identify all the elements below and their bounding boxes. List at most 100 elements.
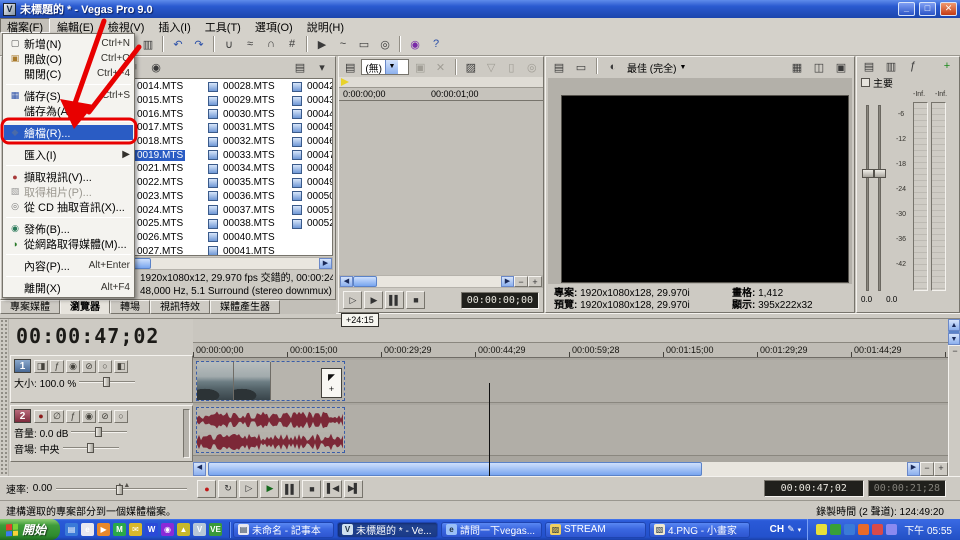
pan-slider[interactable] (63, 442, 119, 454)
menubar-item-檢[interactable]: 檢視(V) (101, 18, 152, 33)
file-menu-item[interactable]: 關閉(C)Ctrl+F4 (4, 66, 133, 81)
media-player-icon[interactable]: ▶ (97, 523, 110, 536)
fader-handle-right[interactable] (874, 169, 886, 178)
timeline[interactable]: 00:00:00;0000:00:15;0000:00:29;2900:00:4… (193, 319, 948, 476)
file-item[interactable]: 00049.MTS (292, 176, 333, 190)
go-to-end-button[interactable]: ▶▌ (344, 480, 363, 498)
file-item[interactable]: 00033.MTS (208, 148, 294, 162)
paste-icon[interactable]: ▥ (138, 35, 158, 53)
timeline-marker-bar[interactable] (193, 319, 948, 343)
start-button[interactable]: 開始 (0, 519, 60, 540)
auto-preview-icon[interactable]: ◉ (146, 58, 166, 76)
trimmer-marker-icon[interactable] (341, 78, 349, 86)
file-item[interactable]: 00034.MTS (208, 162, 294, 176)
taskbar-task[interactable]: V未標題的 * - Ve... (337, 522, 438, 538)
tray-display-icon[interactable] (886, 524, 897, 535)
trimmer-preset-combo[interactable]: (無)▼ (361, 59, 409, 75)
file-item[interactable]: 00052.MTS (292, 217, 333, 231)
delete-trimmer-icon[interactable]: ✕ (431, 58, 449, 76)
zoom-edit-tool-icon[interactable]: ◎ (375, 35, 395, 53)
trimmer-horizontal-scrollbar[interactable]: ◀ ▶ − + (339, 275, 543, 288)
minimize-button[interactable]: _ (898, 2, 915, 16)
language-bar[interactable]: CH ✎ ▾ (764, 524, 808, 535)
solo-icon[interactable]: ○ (114, 410, 128, 423)
enable-snapping-icon[interactable]: ∪ (219, 35, 239, 53)
bypass-motion-blur-icon[interactable]: ◨ (34, 360, 48, 373)
show-desktop-icon[interactable]: ▤ (65, 523, 78, 536)
record-button[interactable]: ● (197, 480, 216, 498)
file-menu-item[interactable]: ●擷取視訊(V)... (4, 169, 133, 184)
close-button[interactable]: ✕ (940, 2, 957, 16)
menubar-item-檔[interactable]: 檔案(F) (0, 18, 50, 33)
scroll-right-arrow-icon[interactable]: ▶ (319, 258, 332, 269)
timeline-tracks-area[interactable]: ◤ + (193, 358, 948, 461)
ie-icon[interactable]: e (81, 523, 94, 536)
timeline-cursor[interactable] (489, 383, 490, 476)
insert-fx-icon[interactable]: ƒ (903, 57, 923, 75)
tab-專案媒體[interactable]: 專案媒體 (0, 300, 60, 314)
envelope-edit-tool-icon[interactable]: ~ (333, 35, 353, 53)
tab-視訊特效[interactable]: 視訊特效 (150, 300, 210, 314)
audio-track-header[interactable]: 2 ●∅ƒ◉⊘○ 音量: 0.0 dB 音場: 中央 (10, 405, 193, 462)
file-menu-item[interactable]: 內容(P)...Alt+Enter (4, 258, 133, 273)
whats-this-help-icon[interactable]: ? (426, 35, 446, 53)
trimmer-media-area[interactable] (339, 101, 543, 275)
zoom-in-button[interactable]: + (528, 276, 542, 287)
trimmer-history-icon[interactable]: ▤ (341, 58, 359, 76)
save-snapshot-icon[interactable]: ▣ (831, 58, 851, 76)
menubar-item-插[interactable]: 插入(I) (151, 18, 197, 33)
fader-groove[interactable] (866, 105, 869, 291)
add-bus-icon[interactable]: + (937, 57, 957, 75)
tray-antivirus-icon[interactable] (830, 524, 841, 535)
solo-icon[interactable]: ○ (98, 360, 112, 373)
ignore-event-grouping-icon[interactable]: # (282, 35, 302, 53)
tray-update-icon[interactable] (858, 524, 869, 535)
file-item[interactable]: 00035.MTS (208, 176, 294, 190)
normal-edit-tool-icon[interactable]: ▶ (312, 35, 332, 53)
file-menu-item[interactable]: 離開(X)Alt+F4 (4, 280, 133, 295)
play-button[interactable]: ▶ (260, 480, 279, 498)
track-number-badge[interactable]: 2 (14, 409, 31, 423)
save-trimmer-icon[interactable]: ▣ (411, 58, 429, 76)
master-bus-header[interactable]: 主要 (857, 75, 959, 89)
views-icon[interactable]: ▤ (290, 58, 310, 76)
video-editor-icon[interactable]: VE (209, 523, 222, 536)
views-chevron-icon[interactable]: ▾ (312, 58, 332, 76)
file-item[interactable]: 00042.MTS (292, 80, 333, 94)
project-video-properties-icon[interactable]: ▤ (549, 58, 569, 76)
menubar-item-工[interactable]: 工具(T) (198, 18, 248, 33)
mixer-properties-icon[interactable]: ▤ (859, 57, 879, 75)
file-item[interactable]: 00044.MTS (292, 107, 333, 121)
file-item[interactable]: 00040.MTS (208, 231, 294, 245)
file-menu-item[interactable]: ▦儲存(S)Ctrl+S (4, 88, 133, 103)
menubar-item-選[interactable]: 選項(O) (248, 18, 300, 33)
vegas-quicklaunch-icon[interactable]: V (193, 523, 206, 536)
scrollbar-thumb[interactable] (208, 462, 702, 476)
selection-end-timecode[interactable]: 00:00:21;28 (868, 480, 946, 497)
pause-button[interactable]: ▌▌ (281, 480, 300, 498)
tab-媒體產生器[interactable]: 媒體產生器 (210, 300, 280, 314)
copy-snapshot-icon[interactable]: ◫ (809, 58, 829, 76)
tray-ime-icon[interactable] (872, 524, 883, 535)
scrollbar-thumb[interactable] (353, 276, 377, 287)
interactive-tutorials-icon[interactable]: ◉ (405, 35, 425, 53)
file-menu-item[interactable]: ◉發佈(B)... (4, 221, 133, 236)
file-item[interactable]: 00028.MTS (208, 80, 294, 94)
preview-quality-icon[interactable]: ◐ (603, 58, 623, 76)
stop-button[interactable]: ■ (406, 291, 425, 309)
trimmer-ruler[interactable]: 0:00:00;00 00:00:01;00 (339, 88, 543, 101)
word-icon[interactable]: W (145, 523, 158, 536)
slider-thumb[interactable] (87, 443, 94, 453)
file-menu-item[interactable]: ◆繪檔(R)... (4, 125, 133, 140)
undo-icon[interactable]: ↶ (168, 35, 188, 53)
menubar-item-編[interactable]: 編輯(E) (50, 18, 101, 33)
video-display[interactable] (561, 95, 849, 283)
track-fx-icon[interactable]: ƒ (66, 410, 80, 423)
record-arm-icon[interactable]: ● (34, 410, 48, 423)
timeline-ruler[interactable]: 00:00:00;0000:00:15;0000:00:29;2900:00:4… (193, 343, 948, 358)
maximize-button[interactable]: □ (919, 2, 936, 16)
taskbar-task[interactable]: ▨STREAM (545, 522, 646, 538)
file-item[interactable]: 00032.MTS (208, 135, 294, 149)
taskbar-task[interactable]: ▧4.PNG - 小畫家 (649, 522, 750, 538)
file-item[interactable]: 00031.MTS (208, 121, 294, 135)
